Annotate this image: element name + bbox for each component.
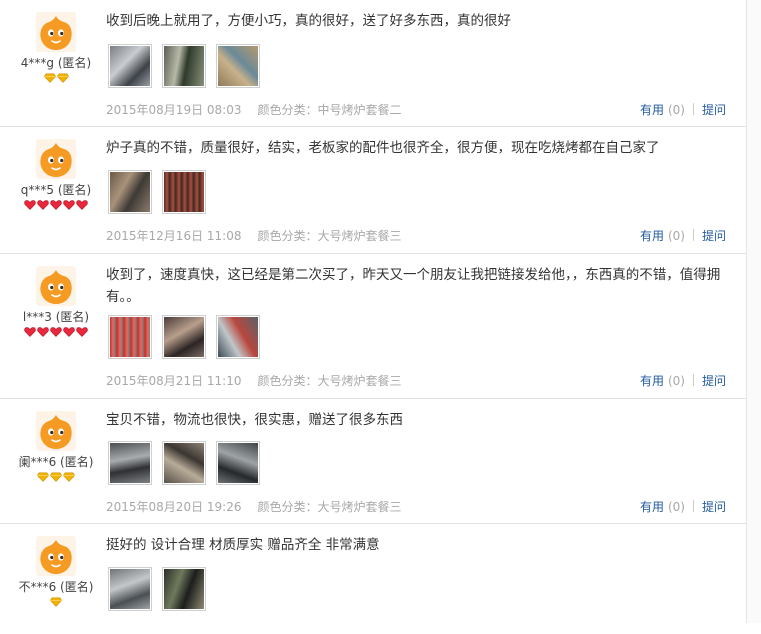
divider — [692, 500, 694, 512]
review-category: 颜色分类：大号烤炉套餐三 — [257, 229, 402, 243]
diamond-badge-icon — [37, 472, 49, 482]
review-item: q***5 (匿名) 炉子真的不错，质量很好，结实，老板家的配件也很齐全，很方便… — [0, 127, 746, 254]
diamond-badge-icon — [43, 73, 56, 83]
heart-badge-icon — [50, 327, 62, 337]
divider — [692, 374, 694, 386]
ask-button[interactable]: 提问 — [702, 374, 726, 388]
review-text: 收到后晚上就用了，方便小巧，真的很好，送了好多东西，真的很好 — [106, 13, 511, 29]
diamond-badge-icon — [50, 597, 62, 607]
heart-badge-icon — [50, 200, 62, 210]
mascot-avatar-icon — [36, 411, 76, 451]
heart-badge-icon — [76, 200, 88, 210]
heart-badge-icon — [63, 200, 75, 210]
review-photo[interactable] — [108, 44, 152, 88]
reviewer-name[interactable]: l***3 (匿名) — [0, 308, 112, 325]
review-category: 颜色分类：中号烤炉套餐二 — [257, 103, 402, 117]
useful-button[interactable]: 有用 — [640, 374, 664, 388]
review-photo[interactable] — [108, 567, 152, 611]
mascot-avatar-icon — [36, 12, 76, 52]
review-date: 2015年08月21日 11:10 — [106, 374, 242, 388]
reviewer-level-badges — [0, 597, 112, 607]
review-photo[interactable] — [216, 44, 260, 88]
useful-button[interactable]: 有用 — [640, 500, 664, 514]
divider — [692, 229, 694, 241]
avatar[interactable] — [36, 266, 76, 306]
review-meta: 2015年12月16日 11:08 颜色分类：大号烤炉套餐三 — [106, 227, 402, 244]
useful-count: (0) — [667, 229, 685, 243]
review-actions: 有用 (0) 提问 — [640, 101, 726, 118]
review-actions: 有用 (0) 提问 — [640, 227, 726, 244]
reviewer-name[interactable]: 不***6 (匿名) — [0, 578, 112, 595]
review-photo[interactable] — [108, 441, 152, 485]
heart-badge-icon — [24, 200, 36, 210]
heart-badge-icon — [76, 327, 88, 337]
review-photo[interactable] — [162, 315, 206, 359]
review-photo[interactable] — [162, 441, 206, 485]
reviewer-level-badges — [0, 472, 112, 482]
diamond-badge-icon — [50, 472, 62, 482]
heart-badge-icon — [63, 327, 75, 337]
review-photo[interactable] — [108, 170, 152, 214]
review-text: 炉子真的不错，质量很好，结实，老板家的配件也很齐全，很方便，现在吃烧烤都在自己家… — [106, 140, 660, 156]
useful-count: (0) — [667, 103, 685, 117]
reviewer-level-badges — [0, 200, 112, 210]
review-photo[interactable] — [216, 441, 260, 485]
ask-button[interactable]: 提问 — [702, 103, 726, 117]
review-date: 2015年08月19日 08:03 — [106, 103, 242, 117]
avatar[interactable] — [36, 139, 76, 179]
reviewer-level-badges — [0, 73, 112, 83]
mascot-avatar-icon — [36, 139, 76, 179]
useful-button[interactable]: 有用 — [640, 229, 664, 243]
reviewer-name[interactable]: 阑***6 (匿名) — [0, 453, 112, 470]
avatar[interactable] — [36, 536, 76, 576]
heart-badge-icon — [24, 327, 36, 337]
useful-button[interactable]: 有用 — [640, 103, 664, 117]
avatar[interactable] — [36, 411, 76, 451]
review-photo[interactable] — [162, 567, 206, 611]
review-category: 颜色分类：大号烤炉套餐三 — [257, 500, 402, 514]
mascot-avatar-icon — [36, 266, 76, 306]
review-meta: 2015年08月21日 11:10 颜色分类：大号烤炉套餐三 — [106, 372, 402, 389]
ask-button[interactable]: 提问 — [702, 500, 726, 514]
review-category: 颜色分类：大号烤炉套餐三 — [257, 374, 402, 388]
review-item: 4***g (匿名) 收到后晚上就用了，方便小巧，真的很好，送了好多东西，真的很… — [0, 0, 746, 127]
review-text: 宝贝不错，物流也很快，很实惠，赠送了很多东西 — [106, 412, 403, 428]
review-date: 2015年12月16日 11:08 — [106, 229, 242, 243]
scrollbar[interactable] — [746, 0, 761, 623]
review-photo[interactable] — [162, 170, 206, 214]
diamond-badge-icon — [56, 73, 69, 83]
ask-button[interactable]: 提问 — [702, 229, 726, 243]
review-text: 收到了，速度真快，这已经是第二次买了，昨天又一个朋友让我把链接发给他，，东西真的… — [106, 267, 721, 305]
useful-count: (0) — [667, 500, 685, 514]
review-meta: 2015年08月19日 08:03 颜色分类：中号烤炉套餐二 — [106, 101, 402, 118]
reviewer-name[interactable]: 4***g (匿名) — [0, 54, 112, 71]
reviewer-name[interactable]: q***5 (匿名) — [0, 181, 112, 198]
review-photo[interactable] — [108, 315, 152, 359]
review-photo[interactable] — [216, 315, 260, 359]
reviewer-level-badges — [0, 327, 112, 337]
heart-badge-icon — [37, 327, 49, 337]
review-item: 不***6 (匿名) 挺好的 设计合理 材质厚实 赠品齐全 非常满意 — [0, 524, 746, 634]
divider — [692, 103, 694, 115]
avatar[interactable] — [36, 12, 76, 52]
review-photo[interactable] — [162, 44, 206, 88]
review-actions: 有用 (0) 提问 — [640, 372, 726, 389]
review-date: 2015年08月20日 19:26 — [106, 500, 242, 514]
review-text: 挺好的 设计合理 材质厚实 赠品齐全 非常满意 — [106, 537, 380, 553]
review-item: l***3 (匿名) 收到了，速度真快，这已经是第二次买了，昨天又一个朋友让我把… — [0, 254, 746, 399]
mascot-avatar-icon — [36, 536, 76, 576]
review-item: 阑***6 (匿名) 宝贝不错，物流也很快，很实惠，赠送了很多东西 2015年0… — [0, 399, 746, 524]
review-actions: 有用 (0) 提问 — [640, 498, 726, 515]
useful-count: (0) — [667, 374, 685, 388]
review-meta: 2015年08月20日 19:26 颜色分类：大号烤炉套餐三 — [106, 498, 402, 515]
heart-badge-icon — [37, 200, 49, 210]
diamond-badge-icon — [63, 472, 75, 482]
